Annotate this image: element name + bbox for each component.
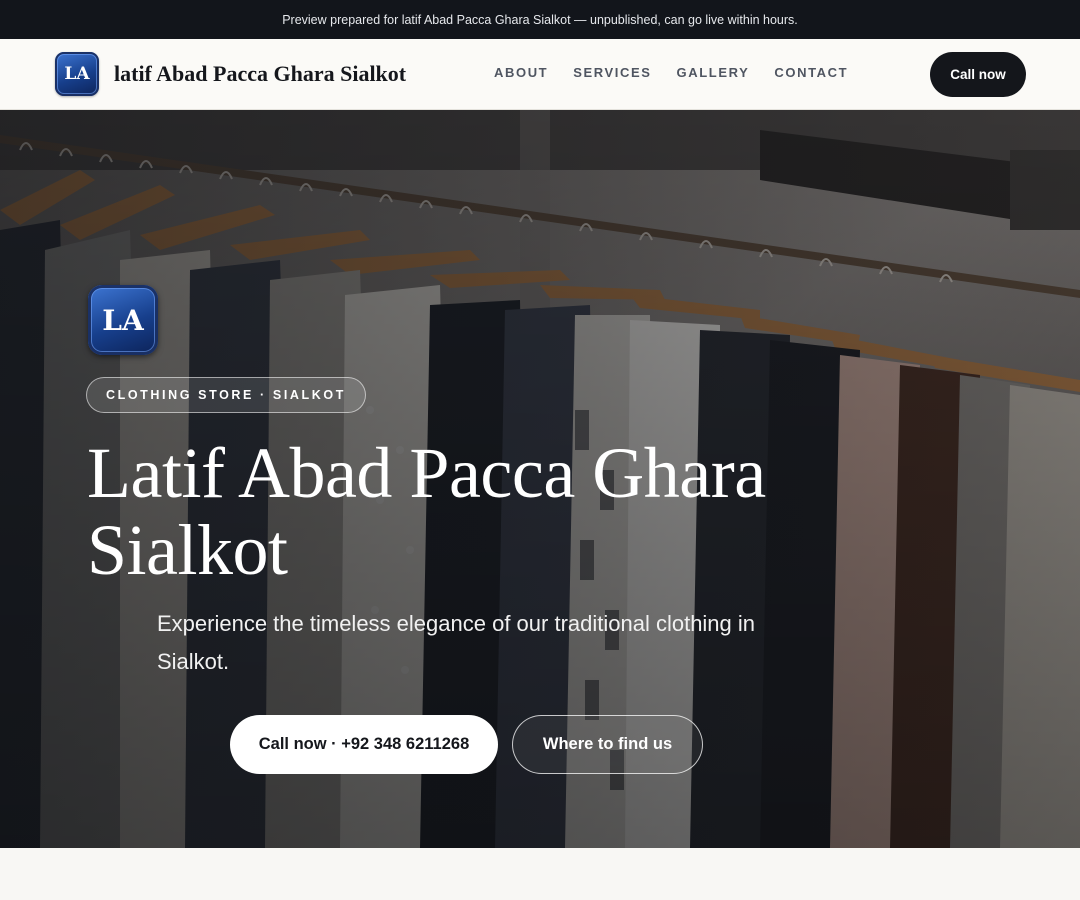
main-nav: ABOUT SERVICES GALLERY CONTACT (494, 65, 873, 80)
category-pill: CLOTHING STORE · SIALKOT (86, 377, 366, 413)
hero-subtitle: Experience the timeless elegance of our … (157, 611, 756, 674)
where-to-find-us-button[interactable]: Where to find us (512, 715, 703, 774)
preview-banner-text: Preview prepared for latif Abad Pacca Gh… (282, 12, 798, 27)
logo-badge[interactable]: LA (55, 52, 99, 96)
brand-name[interactable]: latif Abad Pacca Ghara Sialkot (114, 61, 406, 87)
hero-title: Latif Abad Pacca Ghara Sialkot (87, 433, 766, 590)
preview-banner: Preview prepared for latif Abad Pacca Gh… (0, 0, 1080, 39)
call-now-button[interactable]: Call now · +92 348 6211268 (230, 715, 498, 774)
site-header: LA latif Abad Pacca Ghara Sialkot ABOUT … (0, 39, 1080, 110)
nav-item-services[interactable]: SERVICES (573, 65, 651, 80)
hero-section: LA CLOTHING STORE · SIALKOT Latif Abad P… (0, 110, 1080, 848)
nav-item-gallery[interactable]: GALLERY (677, 65, 750, 80)
header-call-button[interactable]: Call now (930, 52, 1026, 97)
hero-logo-badge: LA (88, 285, 158, 355)
nav-item-about[interactable]: ABOUT (494, 65, 548, 80)
nav-item-contact[interactable]: CONTACT (774, 65, 848, 80)
